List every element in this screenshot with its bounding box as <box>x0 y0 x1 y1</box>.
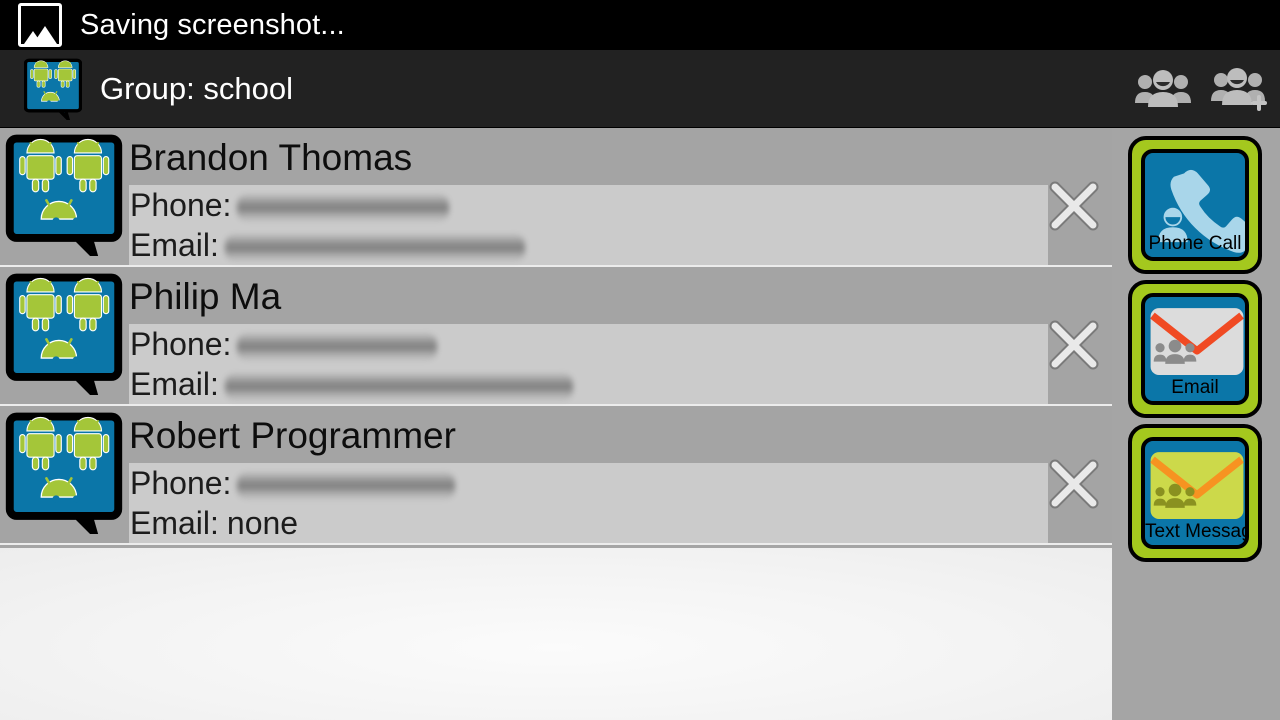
contact-name: Robert Programmer <box>129 415 456 456</box>
contact-list[interactable]: Brandon Thomas Phone: Email: Philip Ma Phone… <box>0 128 1112 548</box>
empty-list-panel <box>0 548 1112 720</box>
contact-email-line-label: Email: <box>130 505 219 541</box>
contact-avatar-icon <box>5 134 123 268</box>
email-button-inner: Email <box>1141 293 1249 405</box>
contact-phone-line-redacted-value <box>237 471 456 501</box>
text-message-button-label: Text Message <box>1145 521 1245 542</box>
group-contacts-icon <box>23 58 83 125</box>
contact-email-line-redacted-value <box>224 233 525 263</box>
contact-avatar-icon <box>5 273 123 407</box>
contact-row[interactable]: Philip Ma Phone: Email: <box>0 267 1112 407</box>
phone-call-button-label: Phone Call <box>1148 233 1242 254</box>
contact-avatar-icon <box>5 412 123 546</box>
screenshot-image-icon <box>18 3 62 47</box>
contact-details: Phone: Email: <box>129 185 1048 265</box>
contact-phone-line: Phone: <box>129 463 1048 503</box>
contact-phone-line-label: Phone: <box>130 187 232 223</box>
contact-details: Phone: Email: <box>129 324 1048 404</box>
group-action-column: Phone Call Email Text Messa <box>1128 136 1264 568</box>
contact-phone-line-label: Phone: <box>130 465 232 501</box>
contact-email-line: Email: <box>129 364 1048 404</box>
view-group-button[interactable] <box>1124 50 1202 128</box>
contact-email-line-redacted-value <box>224 372 573 402</box>
app-screen: Saving screenshot... Group: school Brand… <box>0 0 1280 720</box>
contact-email-line: Email: <box>129 225 1048 265</box>
status-bar: Saving screenshot... <box>0 0 1280 50</box>
contact-details: Phone: Email: none <box>129 463 1048 543</box>
text-message-button[interactable]: Text Message <box>1128 424 1262 562</box>
contact-email-line-label: Email: <box>130 227 219 263</box>
contact-phone-line-redacted-value <box>237 332 438 362</box>
add-group-button[interactable] <box>1202 50 1280 128</box>
contact-phone-line: Phone: <box>129 324 1048 364</box>
email-button-label: Email <box>1171 377 1219 398</box>
contact-email-line: Email: none <box>129 503 1048 543</box>
group-add-icon <box>1211 67 1267 111</box>
status-bar-text: Saving screenshot... <box>80 8 345 41</box>
page-title: Group: school <box>100 70 293 106</box>
contact-phone-line-label: Phone: <box>130 326 232 362</box>
contact-phone-line: Phone: <box>129 185 1048 225</box>
contact-row[interactable]: Robert Programmer Phone: Email: none <box>0 406 1112 546</box>
contact-phone-line-redacted-value <box>237 193 450 223</box>
remove-contact-button[interactable] <box>1046 178 1102 234</box>
phone-call-button-inner: Phone Call <box>1141 149 1249 261</box>
remove-contact-button[interactable] <box>1046 317 1102 373</box>
group-icon <box>1135 69 1191 107</box>
action-bar: Group: school <box>0 50 1280 128</box>
phone-call-button[interactable]: Phone Call <box>1128 136 1262 274</box>
contact-name: Brandon Thomas <box>129 137 413 178</box>
text-message-button-inner: Text Message <box>1141 437 1249 549</box>
email-button[interactable]: Email <box>1128 280 1262 418</box>
contact-name: Philip Ma <box>129 276 282 317</box>
contact-email-line-value: none <box>226 505 299 541</box>
contact-row[interactable]: Brandon Thomas Phone: Email: <box>0 128 1112 268</box>
contact-email-line-label: Email: <box>130 366 219 402</box>
remove-contact-button[interactable] <box>1046 456 1102 512</box>
